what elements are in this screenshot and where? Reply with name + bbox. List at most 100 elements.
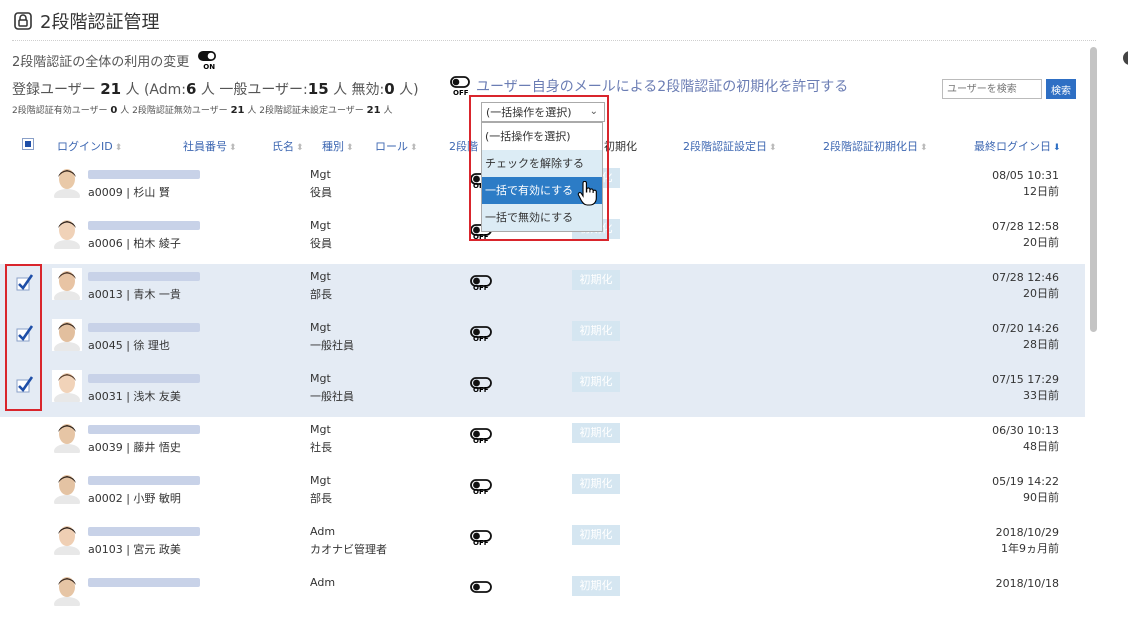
two-factor-state: OFF bbox=[473, 437, 489, 445]
redacted-name bbox=[88, 527, 200, 536]
general-label: 人 一般ユーザー: bbox=[200, 82, 308, 98]
last-login: 06/30 10:13 48日前 bbox=[992, 423, 1059, 455]
user-role: 一般社員 bbox=[310, 390, 354, 403]
user-role: 役員 bbox=[310, 237, 332, 250]
two-factor-toggle[interactable] bbox=[470, 578, 494, 602]
reset-button[interactable]: 初期化 bbox=[572, 525, 620, 545]
bulk-option[interactable]: チェックを解除する bbox=[482, 150, 602, 177]
lock-icon bbox=[14, 12, 32, 30]
column-two-factor[interactable]: 2段階 bbox=[449, 138, 478, 154]
row-checkbox-checked-icon[interactable] bbox=[16, 273, 36, 293]
last-login-relative: 12日前 bbox=[1023, 185, 1059, 198]
last-login: 2018/10/18 bbox=[996, 576, 1059, 592]
enabled-label: 2段階認証有効ユーザー bbox=[12, 106, 108, 116]
login-id[interactable]: a0039 | 藤井 悟史 bbox=[88, 439, 181, 455]
two-factor-toggle[interactable]: OFF bbox=[470, 323, 494, 347]
search-input[interactable] bbox=[942, 79, 1042, 99]
search-button[interactable]: 検索 bbox=[1046, 79, 1076, 99]
column-reset-date[interactable]: 2段階認証初期化日 ⬍ bbox=[823, 138, 928, 154]
sort-icon: ⬍ bbox=[114, 143, 123, 153]
row-checkbox-checked-icon[interactable] bbox=[16, 324, 36, 344]
table-row[interactable]: Adm 初期化 2018/10/18 bbox=[0, 570, 1085, 621]
user-kind: Mgt bbox=[310, 321, 331, 334]
reset-button[interactable]: 初期化 bbox=[572, 321, 620, 341]
reset-button[interactable]: 初期化 bbox=[572, 576, 620, 596]
vertical-scrollbar[interactable] bbox=[1090, 47, 1097, 332]
redacted-name bbox=[88, 476, 200, 485]
avatar bbox=[52, 319, 82, 351]
two-factor-state: OFF bbox=[473, 233, 489, 241]
column-kind[interactable]: 種別 ⬍ bbox=[322, 138, 354, 154]
two-factor-toggle[interactable]: OFF bbox=[470, 476, 494, 500]
avatar bbox=[52, 217, 82, 249]
reset-button[interactable]: 初期化 bbox=[572, 474, 620, 494]
column-last-login[interactable]: 最終ログイン日 ⬇ bbox=[974, 138, 1061, 154]
column-login-id[interactable]: ログインID ⬍ bbox=[57, 138, 122, 154]
last-login: 08/05 10:31 12日前 bbox=[992, 168, 1059, 200]
login-id[interactable]: a0009 | 杉山 賢 bbox=[88, 184, 170, 200]
avatar bbox=[52, 523, 82, 555]
page-title: 2段階認証管理 bbox=[40, 12, 160, 33]
table-row[interactable]: a0045 | 徐 理也 Mgt 一般社員 OFF 初期化 07/20 14:26 28日前 bbox=[0, 315, 1085, 366]
login-id[interactable]: a0006 | 柏木 綾子 bbox=[88, 235, 181, 251]
table-row[interactable]: a0002 | 小野 敏明 Mgt 部長 OFF 初期化 05/19 14:22 90日前 bbox=[0, 468, 1085, 519]
table-row[interactable]: a0013 | 青木 一貴 Mgt 部長 OFF 初期化 07/28 12:46 20日前 bbox=[0, 264, 1085, 315]
reset-button[interactable]: 初期化 bbox=[572, 423, 620, 443]
last-login-date: 07/28 12:46 bbox=[992, 271, 1059, 284]
two-factor-state: OFF bbox=[473, 335, 489, 343]
two-factor-toggle[interactable]: OFF bbox=[470, 272, 494, 296]
login-id[interactable]: a0002 | 小野 敏明 bbox=[88, 490, 181, 506]
unset-count: 21 bbox=[366, 105, 381, 116]
user-role: 部長 bbox=[310, 492, 332, 505]
table-row[interactable]: a0039 | 藤井 悟史 Mgt 社長 OFF 初期化 06/30 10:13 48日前 bbox=[0, 417, 1085, 468]
bulk-action-select[interactable]: (一括操作を選択) ⌄ bbox=[481, 102, 605, 122]
allow-self-reset-toggle[interactable]: OFF bbox=[450, 76, 470, 97]
global-2fa-toggle[interactable]: ON bbox=[197, 50, 217, 71]
invalid-label: 人 無効: bbox=[333, 82, 385, 98]
last-login-date: 07/20 14:26 bbox=[992, 322, 1059, 335]
table-row[interactable]: a0031 | 浅木 友美 Mgt 一般社員 OFF 初期化 07/15 17:29 33日… bbox=[0, 366, 1085, 417]
column-employee-number[interactable]: 社員番号 ⬍ bbox=[183, 138, 237, 154]
reset-button[interactable]: 初期化 bbox=[572, 270, 620, 290]
column-set-date[interactable]: 2段階認証設定日 ⬍ bbox=[683, 138, 777, 154]
two-factor-toggle[interactable]: OFF bbox=[470, 527, 494, 551]
invalid-count: 0 bbox=[384, 80, 395, 98]
login-id[interactable]: a0013 | 青木 一貴 bbox=[88, 286, 181, 302]
bulk-option[interactable]: (一括操作を選択) bbox=[482, 123, 602, 150]
column-role[interactable]: ロール ⬍ bbox=[375, 138, 418, 154]
column-name[interactable]: 氏名 ⬍ bbox=[272, 138, 304, 154]
avatar bbox=[52, 166, 82, 198]
user-kind: Mgt bbox=[310, 474, 331, 487]
redacted-name bbox=[88, 170, 200, 179]
login-id[interactable]: a0045 | 徐 理也 bbox=[88, 337, 170, 353]
sort-desc-icon: ⬇ bbox=[1053, 143, 1061, 153]
two-factor-toggle[interactable]: OFF bbox=[470, 374, 494, 398]
table-row[interactable]: a0103 | 宮元 政美 Adm カオナビ管理者 OFF 初期化 2018/10/29 1… bbox=[0, 519, 1085, 570]
corner-widget bbox=[1123, 51, 1128, 65]
last-login: 2018/10/29 1年9ヵ月前 bbox=[996, 525, 1059, 557]
bulk-option[interactable]: 一括で無効にする bbox=[482, 204, 602, 231]
row-checkbox-checked-icon[interactable] bbox=[16, 375, 36, 395]
last-login-date: 07/15 17:29 bbox=[992, 373, 1059, 386]
user-role: 社長 bbox=[310, 441, 332, 454]
user-kind: Mgt bbox=[310, 423, 331, 436]
allow-self-reset-row: OFF ユーザー自身のメールによる2段階認証の初期化を許可する bbox=[450, 76, 848, 97]
avatar bbox=[52, 421, 82, 453]
two-factor-toggle[interactable]: OFF bbox=[470, 425, 494, 449]
enabled-count: 0 bbox=[110, 105, 118, 116]
login-id[interactable]: a0031 | 浅木 友美 bbox=[88, 388, 181, 404]
unset-label: 人 2段階認証未設定ユーザー bbox=[247, 106, 364, 116]
reset-button[interactable]: 初期化 bbox=[572, 372, 620, 392]
chevron-down-icon: ⌄ bbox=[589, 106, 598, 117]
select-all-checkbox[interactable] bbox=[22, 138, 34, 150]
column-reset: 初期化 bbox=[604, 140, 637, 153]
sort-icon: ⬍ bbox=[346, 143, 354, 153]
allow-self-reset-state: OFF bbox=[453, 89, 469, 97]
user-role: 部長 bbox=[310, 288, 332, 301]
login-id[interactable]: a0103 | 宮元 政美 bbox=[88, 541, 181, 557]
last-login: 05/19 14:22 90日前 bbox=[992, 474, 1059, 506]
last-login-relative: 28日前 bbox=[1023, 338, 1059, 351]
two-factor-state: OFF bbox=[473, 539, 489, 547]
last-login: 07/28 12:46 20日前 bbox=[992, 270, 1059, 302]
user-search: 検索 bbox=[942, 79, 1076, 99]
